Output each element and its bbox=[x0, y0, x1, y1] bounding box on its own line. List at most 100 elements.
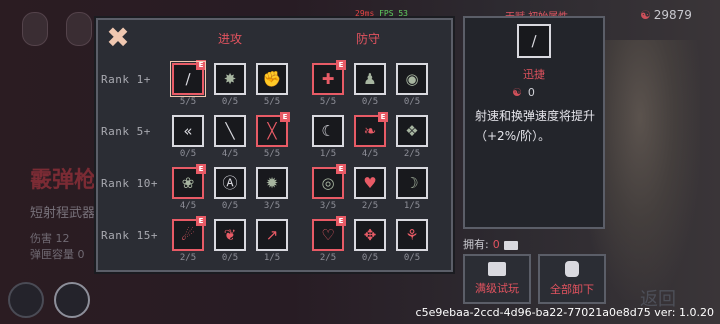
talent-icon: ❖ bbox=[405, 121, 419, 140]
talent-cell[interactable]: ♟ bbox=[354, 63, 386, 95]
talent-level: 0/5 bbox=[179, 149, 197, 159]
talent-level: 4/5 bbox=[361, 149, 379, 159]
talent-level: 3/5 bbox=[263, 201, 281, 211]
equipped-badge: E bbox=[378, 112, 388, 122]
talent-icon: ✸ bbox=[223, 69, 237, 88]
weapon-slot-button[interactable] bbox=[8, 282, 44, 318]
stat-magazine: 弹匣容量 0 bbox=[30, 248, 85, 261]
talent-cell[interactable]: ♥ bbox=[354, 167, 386, 199]
equipped-badge: E bbox=[336, 164, 346, 174]
talent-cell[interactable]: ◉ bbox=[396, 63, 428, 95]
fps-value: FPS 53 bbox=[379, 9, 408, 18]
talent-cell[interactable]: ↗ bbox=[256, 219, 288, 251]
talent-cell[interactable]: ✚ E bbox=[312, 60, 346, 95]
talent-level: 2/5 bbox=[319, 253, 337, 263]
talent-icon: ♥ bbox=[363, 173, 377, 192]
talent-icon: Ⓐ bbox=[222, 173, 238, 192]
talent-cell[interactable]: ✹ bbox=[256, 167, 288, 199]
unequip-all-button[interactable]: 全部卸下 bbox=[538, 254, 606, 304]
talent-level: 5/5 bbox=[263, 149, 281, 159]
rank-label: Rank 10+ bbox=[101, 177, 158, 190]
talent-icon: ∕ bbox=[185, 69, 191, 88]
equipped-badge: E bbox=[280, 112, 290, 122]
talent-icon: ✚ bbox=[321, 69, 335, 88]
talent-icon: ✊ bbox=[262, 69, 282, 88]
talent-level: 0/5 bbox=[403, 97, 421, 107]
owned-tickets: 拥有: 0 bbox=[463, 236, 518, 252]
talent-cell[interactable]: ☄ E bbox=[172, 216, 206, 251]
ticket-icon bbox=[503, 240, 518, 250]
talent-level: 0/5 bbox=[221, 253, 239, 263]
talent-level: 2/5 bbox=[179, 253, 197, 263]
talent-icon: ↗ bbox=[265, 225, 279, 244]
talent-level: 2/5 bbox=[403, 149, 421, 159]
weapon-slot-button[interactable] bbox=[54, 282, 90, 318]
talent-cell[interactable]: ☽ bbox=[396, 167, 428, 199]
talent-icon: ♡ bbox=[321, 225, 335, 244]
weapon-type: 短射程武器 bbox=[30, 206, 96, 221]
talent-level: 0/5 bbox=[221, 97, 239, 107]
talent-description: 射速和换弹速度将提升（+2%/阶）。 bbox=[475, 109, 596, 143]
talent-cell[interactable]: ❦ bbox=[214, 219, 246, 251]
talent-icon: ❦ bbox=[223, 225, 237, 244]
fps-counter: 29ms FPS 53 bbox=[355, 9, 408, 18]
talent-cell[interactable]: ✥ bbox=[354, 219, 386, 251]
talent-level: 5/5 bbox=[319, 97, 337, 107]
talent-name: 迅捷 bbox=[523, 68, 545, 81]
talent-icon: ⚘ bbox=[405, 225, 419, 244]
talent-level: 0/5 bbox=[361, 253, 379, 263]
talent-level: 4/5 bbox=[179, 201, 197, 211]
talent-icon: ✥ bbox=[363, 225, 377, 244]
currency-icon: ☯ bbox=[640, 8, 651, 22]
talent-cell[interactable]: ╳ E bbox=[256, 112, 290, 147]
equipped-badge: E bbox=[196, 164, 206, 174]
talent-icon: ❧ bbox=[363, 121, 377, 140]
talent-cell[interactable]: ☾ bbox=[312, 115, 344, 147]
talent-level: 1/5 bbox=[263, 253, 281, 263]
build-version: c5e9ebaa-2ccd-4d96-ba22-77021a0e8d75 ver… bbox=[415, 306, 714, 319]
talent-cell[interactable]: ❖ bbox=[396, 115, 428, 147]
rank-label: Rank 1+ bbox=[101, 73, 151, 86]
unequip-icon bbox=[565, 261, 579, 277]
talent-icon: ♟ bbox=[363, 69, 377, 88]
equipped-badge: E bbox=[336, 60, 346, 70]
column-header-attack: 进攻 bbox=[218, 32, 243, 46]
talent-level: 5/5 bbox=[263, 97, 281, 107]
talent-level: 1/5 bbox=[403, 201, 421, 211]
talent-icon: ☄ bbox=[181, 225, 195, 244]
talent-level: 1/5 bbox=[319, 149, 337, 159]
talent-level: 0/5 bbox=[403, 253, 421, 263]
talent-icon: ☽ bbox=[405, 173, 419, 192]
talent-cost: ☯ 0 bbox=[512, 86, 535, 99]
ping-value: 29ms bbox=[355, 9, 375, 18]
avatar bbox=[22, 12, 48, 46]
talent-icon: « bbox=[183, 121, 193, 140]
talent-icon: ✹ bbox=[265, 173, 279, 192]
currency-icon: ☯ bbox=[512, 86, 522, 99]
equipped-badge: E bbox=[196, 60, 206, 70]
talent-cell[interactable]: ❀ E bbox=[172, 164, 206, 199]
talent-cell[interactable]: ◎ E bbox=[312, 164, 346, 199]
talent-cell[interactable]: ♡ E bbox=[312, 216, 346, 251]
talent-cell[interactable]: « bbox=[172, 115, 204, 147]
ticket-icon bbox=[488, 262, 506, 276]
rank-label: Rank 5+ bbox=[101, 125, 151, 138]
talent-cell[interactable]: ❧ E bbox=[354, 112, 388, 147]
currency-display: ☯ 29879 bbox=[640, 8, 692, 22]
talent-level: 0/5 bbox=[221, 201, 239, 211]
max-level-trial-button[interactable]: 满级试玩 bbox=[463, 254, 531, 304]
rank-label: Rank 15+ bbox=[101, 229, 158, 242]
selected-talent-icon: ∕ bbox=[517, 24, 551, 58]
talent-icon: ☾ bbox=[321, 121, 335, 140]
stat-damage: 伤害 12 bbox=[30, 232, 70, 245]
talent-cell[interactable]: ✸ bbox=[214, 63, 246, 95]
talent-cell[interactable]: Ⓐ bbox=[214, 167, 246, 199]
close-icon[interactable]: ✖ bbox=[104, 24, 132, 52]
talent-cell[interactable]: ✊ bbox=[256, 63, 288, 95]
talent-cell[interactable]: ⚘ bbox=[396, 219, 428, 251]
talent-level: 3/5 bbox=[319, 201, 337, 211]
column-header-defense: 防守 bbox=[356, 32, 381, 46]
talent-cell[interactable]: ∕ E bbox=[170, 60, 206, 97]
talent-level: 4/5 bbox=[221, 149, 239, 159]
talent-cell[interactable]: ╲ bbox=[214, 115, 246, 147]
